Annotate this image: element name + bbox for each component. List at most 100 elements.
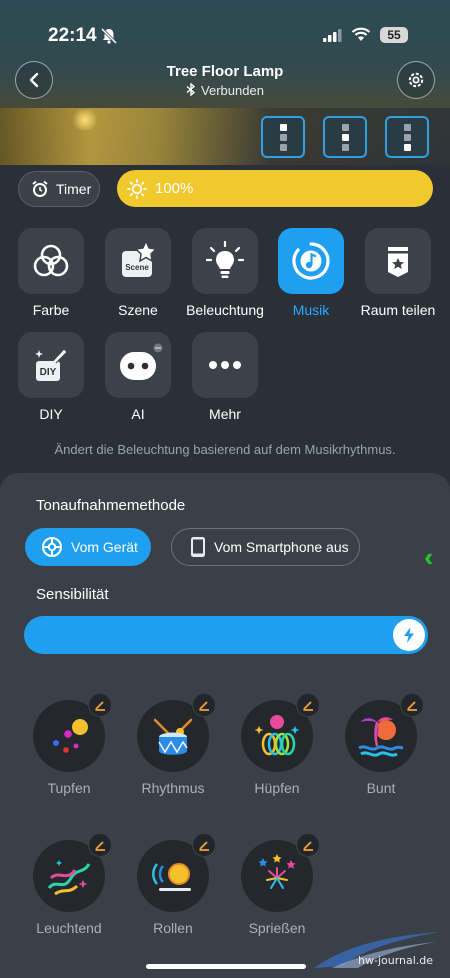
drum-effect-icon: [153, 718, 193, 755]
settings-button[interactable]: [397, 61, 435, 99]
pencil-icon: [303, 841, 313, 851]
brightness-slider[interactable]: 100%: [117, 170, 433, 207]
status-bar: 22:14 55: [0, 22, 450, 52]
recording-method-title: Tonaufnahmemethode: [36, 497, 186, 514]
watermark-text: hw-journal.de: [358, 954, 434, 967]
segment-dot: [403, 133, 411, 141]
edit-badge[interactable]: [400, 693, 424, 717]
ai-robot-icon: [120, 343, 163, 380]
pencil-icon: [95, 701, 105, 711]
segment-button-1[interactable]: [261, 116, 305, 158]
segment-button-3[interactable]: [385, 116, 429, 158]
segment-button-2[interactable]: [323, 116, 367, 158]
speaker-icon: [42, 537, 62, 557]
method-phone-label: Vom Smartphone aus: [214, 539, 349, 555]
segment-dot: [341, 143, 349, 151]
mode-label: Mehr: [209, 406, 241, 422]
mode-mehr-button[interactable]: [192, 332, 258, 398]
effect-label: Tupfen: [47, 780, 91, 796]
segment-dot: [403, 143, 411, 151]
edit-badge[interactable]: [192, 693, 216, 717]
lightning-icon: [404, 627, 414, 643]
fireworks-effect-icon: [258, 854, 296, 889]
edit-badge[interactable]: [88, 693, 112, 717]
palm-effect-icon: [358, 717, 404, 757]
bulb-icon: [205, 240, 245, 278]
scene-icon: Scene: [122, 239, 158, 277]
dots-effect-icon: [53, 719, 88, 753]
bluetooth-icon: [186, 82, 196, 97]
mode-raum-teilen-button[interactable]: [365, 228, 431, 294]
bounce-effect-icon: [254, 715, 300, 756]
mode-musik-button[interactable]: [278, 228, 344, 294]
mode-label: Raum teilen: [360, 302, 436, 318]
segment-dot: [279, 123, 287, 131]
segment-dot: [341, 133, 349, 141]
mode-label: Szene: [118, 302, 158, 318]
timer-button[interactable]: Timer: [18, 171, 100, 207]
edit-badge[interactable]: [296, 833, 320, 857]
pencil-icon: [303, 701, 313, 711]
roll-effect-icon: [152, 863, 191, 891]
mode-label: AI: [131, 406, 145, 422]
lamp-glow: [70, 110, 100, 130]
double-chevron-left-icon: ‹‹: [424, 542, 436, 572]
mode-beleuchtung-button[interactable]: [192, 228, 258, 294]
device-title: Tree Floor Lamp: [166, 63, 284, 80]
share-room-icon: [388, 247, 408, 277]
mode-label: Farbe: [32, 302, 70, 318]
connection-status: Verbunden: [0, 82, 450, 98]
segment-dot: [279, 133, 287, 141]
alarm-clock-icon: [32, 180, 48, 197]
method-device-label: Vom Gerät: [71, 539, 138, 555]
method-device-button[interactable]: Vom Gerät: [25, 528, 151, 566]
sensitivity-slider-knob[interactable]: [393, 619, 425, 651]
diy-badge-text: DIY: [40, 367, 57, 378]
edit-badge[interactable]: [88, 833, 112, 857]
glow-effect-icon: [47, 860, 91, 896]
mode-label-active: Musik: [292, 302, 330, 318]
sun-icon: [127, 178, 147, 199]
timer-label: Timer: [56, 181, 92, 197]
music-icon: [292, 242, 330, 280]
effect-label: Bunt: [366, 780, 396, 796]
home-indicator: [146, 964, 306, 969]
pencil-icon: [407, 701, 417, 711]
mode-label: DIY: [39, 406, 63, 422]
effect-label: Leuchtend: [36, 920, 102, 936]
sensitivity-slider[interactable]: [24, 616, 428, 654]
battery-indicator: 55: [380, 27, 408, 43]
mode-ai-button[interactable]: [105, 332, 171, 398]
mode-szene-button[interactable]: Scene: [105, 228, 171, 294]
status-time: 22:14: [48, 25, 97, 46]
segment-dot: [403, 123, 411, 131]
pencil-icon: [95, 841, 105, 851]
mode-farbe-button[interactable]: [18, 228, 84, 294]
color-circles-icon: [33, 244, 69, 277]
segment-dot: [279, 143, 287, 151]
scene-badge-text: Scene: [125, 263, 149, 272]
wifi-icon: [351, 27, 371, 41]
brightness-value: 100%: [155, 180, 194, 197]
signal-icon: [323, 29, 342, 42]
method-phone-button[interactable]: Vom Smartphone aus: [171, 528, 360, 566]
smartphone-icon: [191, 537, 205, 557]
edit-badge[interactable]: [192, 833, 216, 857]
pencil-icon: [199, 701, 209, 711]
diy-icon: DIY: [35, 348, 68, 381]
connection-label: Verbunden: [201, 83, 264, 98]
more-icon: [209, 361, 241, 369]
sensitivity-title: Sensibilität: [36, 586, 109, 603]
segment-dot: [341, 123, 349, 131]
mode-diy-button[interactable]: DIY: [18, 332, 84, 398]
mode-description: Ändert die Beleuchtung basierend auf dem…: [54, 442, 396, 457]
edit-badge[interactable]: [296, 693, 320, 717]
effect-label: Rollen: [153, 920, 193, 936]
effect-label: Rhythmus: [141, 780, 205, 796]
gear-icon: [408, 72, 424, 88]
room-photo: [0, 108, 450, 165]
bell-off-icon: [100, 27, 118, 45]
effect-label: Hüpfen: [254, 780, 300, 796]
pencil-icon: [199, 841, 209, 851]
mode-label: Beleuchtung: [186, 302, 264, 318]
